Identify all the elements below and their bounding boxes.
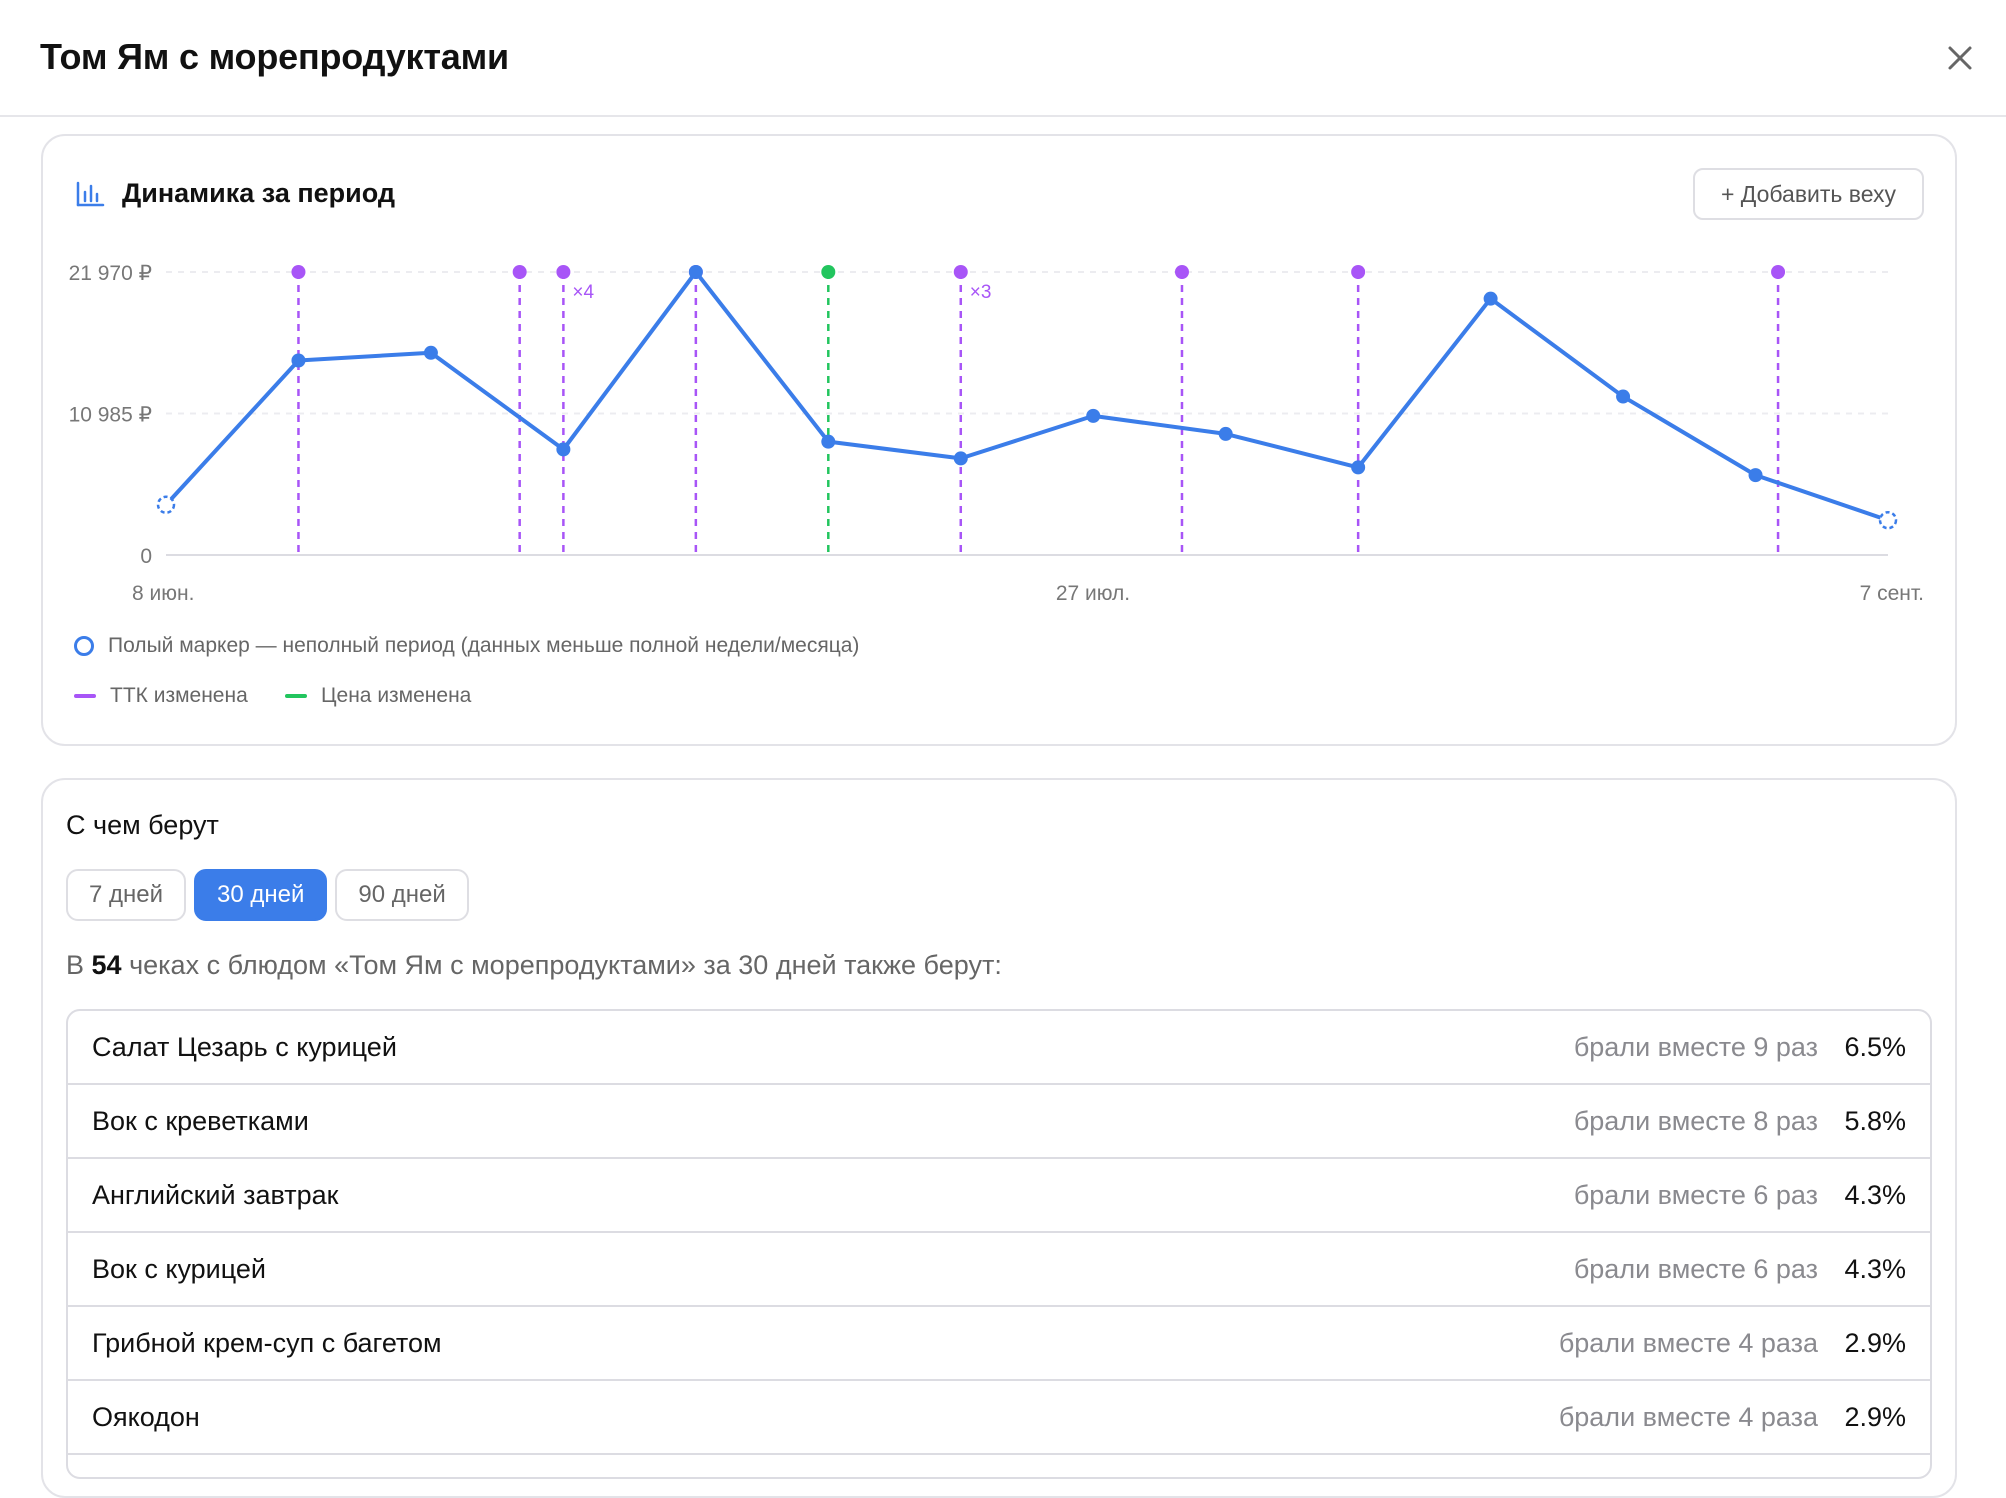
- paired-summary: В 54 чеках с блюдом «Том Ям с морепродук…: [66, 950, 1002, 981]
- x-tick-label: 7 сент.: [1860, 582, 1924, 605]
- close-icon: [1948, 46, 1972, 70]
- modal-header: Том Ям с морепродуктами: [0, 0, 2006, 117]
- milestone-pin: [953, 265, 968, 279]
- milestone-count-label: ×3: [970, 282, 992, 303]
- summary-suffix: чеках с блюдом «Том Ям с морепродуктами»…: [121, 950, 1002, 980]
- legend-ttk: ТТК изменена: [74, 684, 248, 708]
- data-point: [1616, 389, 1631, 404]
- summary-prefix: В: [66, 950, 92, 980]
- legend-hollow-marker: Полый маркер — неполный период (данных м…: [74, 634, 859, 658]
- y-tick-label: 10 985 ₽: [69, 404, 152, 427]
- data-point: [291, 353, 306, 368]
- item-percent: 6.5%: [1844, 1031, 1906, 1062]
- item-name: Салат Цезарь с курицей: [92, 1031, 397, 1062]
- data-point: [1086, 408, 1101, 423]
- modal-title: Том Ям с морепродуктами: [40, 36, 509, 77]
- summary-count: 54: [91, 950, 122, 980]
- item-percent: 5.8%: [1844, 1105, 1906, 1136]
- item-times: брали вместе 8 раз: [1573, 1105, 1818, 1136]
- list-item: Грибной крем-суп с багетом брали вместе …: [68, 1307, 1930, 1381]
- milestone-pin: [1771, 265, 1786, 279]
- x-tick-label: 27 июл.: [1056, 582, 1130, 605]
- list-item: Вок с креветками брали вместе 8 раз 5.8%: [68, 1085, 1930, 1159]
- milestone-count-label: ×4: [572, 282, 594, 303]
- item-times: брали вместе 9 раз: [1573, 1031, 1818, 1062]
- item-name: Вок с курицей: [92, 1253, 267, 1284]
- item-name: Английский завтрак: [92, 1179, 339, 1210]
- close-button[interactable]: [1940, 38, 1980, 78]
- list-item: Английский завтрак брали вместе 6 раз 4.…: [68, 1159, 1930, 1233]
- data-point: [1483, 291, 1498, 306]
- y-tick-label: 0: [140, 545, 152, 568]
- milestone-pin: [821, 265, 836, 279]
- data-point: [953, 451, 968, 466]
- legend-price-label: Цена изменена: [321, 684, 472, 707]
- item-name: Грибной крем-суп с багетом: [92, 1327, 442, 1358]
- milestone-pin: [556, 265, 571, 279]
- item-percent: 4.3%: [1844, 1179, 1906, 1210]
- milestone-pin: [512, 265, 527, 279]
- item-times: брали вместе 4 раза: [1558, 1401, 1818, 1432]
- bar-chart-icon: [76, 181, 105, 207]
- data-point: [1748, 468, 1763, 483]
- period-tabs: 7 дней 30 дней 90 дней: [66, 869, 469, 921]
- dynamics-title: Динамика за период: [122, 178, 396, 208]
- data-point-incomplete: [1878, 510, 1898, 530]
- legend-ttk-label: ТТК изменена: [110, 684, 248, 707]
- legend-price: Цена изменена: [285, 684, 471, 708]
- data-point: [556, 442, 571, 457]
- item-times: брали вместе 6 раз: [1573, 1179, 1818, 1210]
- dynamics-chart: 21 970 ₽ 10 985 ₽ 0 8 июн. 27 июл. 7 сент. ×…: [69, 262, 1924, 605]
- data-point: [423, 345, 438, 360]
- milestone-pin: [1351, 265, 1366, 279]
- x-tick-label: 8 июн.: [132, 582, 194, 605]
- data-point-incomplete: [156, 495, 176, 515]
- item-percent: 2.9%: [1844, 1327, 1906, 1358]
- legend-hollow-marker-label: Полый маркер — неполный период (данных м…: [108, 634, 860, 657]
- dish-modal: Том Ям с морепродуктами Динамика за пери…: [0, 0, 2006, 1498]
- price-dash-icon: [285, 694, 307, 698]
- paired-items-title: С чем берут: [66, 810, 219, 840]
- data-point: [1351, 460, 1366, 475]
- data-point: [688, 265, 703, 279]
- item-times: брали вместе 4 раза: [1558, 1327, 1818, 1358]
- list-item: Вок с курицей брали вместе 6 раз 4.3%: [68, 1233, 1930, 1307]
- milestone-pin: [1174, 265, 1189, 279]
- y-tick-label: 21 970 ₽: [69, 262, 152, 285]
- tab-90-days[interactable]: 90 дней: [335, 869, 469, 921]
- tab-7-days[interactable]: 7 дней: [66, 869, 187, 921]
- item-name: Вок с креветками: [92, 1105, 309, 1136]
- tab-30-days[interactable]: 30 дней: [194, 869, 328, 921]
- item-percent: 2.9%: [1844, 1401, 1906, 1432]
- paired-items-list: Салат Цезарь с курицей брали вместе 9 ра…: [66, 1009, 1932, 1479]
- add-milestone-button[interactable]: + Добавить веху: [1693, 168, 1924, 220]
- list-item: Оякодон брали вместе 4 раза 2.9%: [68, 1381, 1930, 1455]
- item-percent: 4.3%: [1844, 1253, 1906, 1284]
- ttk-dash-icon: [74, 694, 96, 698]
- item-times: брали вместе 6 раз: [1573, 1253, 1818, 1284]
- item-name: Оякодон: [92, 1401, 200, 1432]
- list-item: Салат Цезарь с курицей брали вместе 9 ра…: [68, 1011, 1930, 1085]
- data-point: [821, 434, 836, 449]
- data-point: [1218, 426, 1233, 441]
- hollow-marker-icon: [74, 636, 94, 656]
- milestone-pin: [291, 265, 306, 279]
